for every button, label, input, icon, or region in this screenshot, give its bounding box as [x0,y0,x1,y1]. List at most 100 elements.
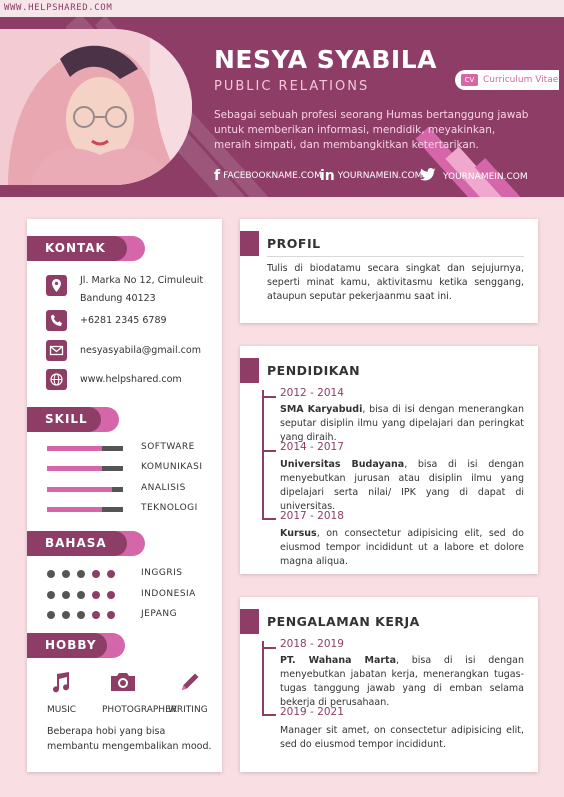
skill-title: SKILL [45,412,88,426]
level-dot [62,570,70,578]
cv-label: Curriculum Vitae [483,75,559,85]
level-dot [47,591,55,599]
level-dot [62,611,70,619]
cv-tag: CV [461,74,478,86]
hobby-music-label: MUSIC [47,705,77,715]
music-note-icon [49,671,71,697]
section-header-kontak: KONTAK [27,236,145,261]
card-pendidikan: PENDIDIKAN 2012 - 2014 SMA Karyabudi, bi… [240,346,538,574]
sidebar-panel: KONTAK Jl. Marka No 12, Cimuleuit Bandun… [27,219,222,772]
work-year-2: 2019 - 2021 [280,706,344,718]
timeline-tick [262,450,276,452]
work-year-1: 2018 - 2019 [280,638,344,650]
work-entry-2: Manager sit amet, on consectetur adipisi… [280,725,524,750]
level-dot [47,570,55,578]
hobby-title: HOBBY [45,638,97,652]
timeline-tick [262,714,276,716]
language-level-dots [47,591,115,599]
social-twitter[interactable]: YOURNAMEIN.COM [420,168,528,185]
profil-title: PROFIL [267,236,321,251]
level-dot [77,611,85,619]
divider [267,256,524,257]
social-linkedin-text: YOURNAMEIN.COM [337,171,423,181]
edu-org-3: Kursus [280,528,317,539]
section-header-skill: SKILL [27,407,145,432]
level-dot [107,611,115,619]
edu-entry-2: Universitas Budayana, bisa di isi dengan… [280,458,524,514]
hobby-description: Beberapa hobi yang bisa membantu mengemb… [47,726,212,752]
skill-label: ANALISIS [141,483,186,493]
contact-address: Jl. Marka No 12, Cimuleuit Bandung 40123 [80,273,203,307]
cv-badge: CV Curriculum Vitae [455,70,559,90]
level-dot [92,591,100,599]
section-header-hobby: HOBBY [27,633,145,658]
edu-year-3: 2017 - 2018 [280,510,344,522]
social-links: f FACEBOOKNAME.COM in YOURNAMEIN.COM YOU… [214,168,544,184]
edu-year-1: 2012 - 2014 [280,387,344,399]
skill-bar [47,507,123,512]
kontak-title: KONTAK [45,241,106,255]
bahasa-title: BAHASA [45,536,107,550]
skill-label: SOFTWARE [141,442,195,452]
social-linkedin[interactable]: in YOURNAMEIN.COM [320,168,422,184]
section-marker [240,231,259,256]
edu-org-2: Universitas Budayana [280,459,405,470]
skill-bar-fill [47,446,102,451]
linkedin-icon: in [320,168,335,184]
level-dot [107,570,115,578]
phone-icon [46,310,67,331]
skill-bar-fill [47,507,102,512]
edu-entry-1: SMA Karyabudi, bisa di isi dengan menera… [280,403,524,445]
edu-year-2: 2014 - 2017 [280,441,344,453]
hobby-writing-label: WRITING [168,705,208,715]
skill-bar [47,466,123,471]
level-dot [77,570,85,578]
header-banner: NESYA SYABILA PUBLIC RELATIONS CV Curric… [0,17,564,197]
skill-bar [47,446,123,451]
timeline-tick [262,647,276,649]
level-dot [62,591,70,599]
level-dot [92,570,100,578]
level-dot [47,611,55,619]
level-dot [107,591,115,599]
edu-text-3: , on consectetur adipisicing elit, sed d… [280,528,524,567]
globe-icon [46,369,67,390]
timeline-line [262,641,264,715]
intro-text: Sebagai sebuah profesi seorang Humas ber… [214,109,529,151]
card-profil: PROFIL Tulis di biodatamu secara singkat… [240,219,538,323]
edu-org-1: SMA Karyabudi [280,404,363,415]
card-pengalaman: PENGALAMAN KERJA 2018 - 2019 PT. Wahana … [240,597,538,772]
social-twitter-text: YOURNAMEIN.COM [443,171,528,182]
facebook-icon: f [214,168,221,184]
address-line-2: Bandung 40123 [80,293,156,304]
section-header-bahasa: BAHASA [27,531,145,556]
section-marker [240,609,259,634]
skill-label: TEKNOLOGI [141,503,198,513]
site-url: WWW.HELPSHARED.COM [4,3,113,13]
language-level-dots [47,611,115,619]
person-role: PUBLIC RELATIONS [214,79,370,94]
location-icon [46,275,67,296]
person-name: NESYA SYABILA [214,45,437,74]
skill-bar-fill [47,466,102,471]
section-marker [240,358,259,383]
profil-text: Tulis di biodatamu secara singkat dan se… [267,263,524,302]
pencil-icon [179,671,201,697]
work-entry-1: PT. Wahana Marta, bisa di isi dengan men… [280,654,524,710]
language-label: JEPANG [141,609,178,619]
language-level-dots [47,570,115,578]
language-label: INGGRIS [141,568,183,578]
hobby-photographer-label: PHOTOGRAPHER [102,705,178,715]
contact-phone: +6281 2345 6789 [80,315,167,326]
edu-entry-3: Kursus, on consectetur adipisicing elit,… [280,527,524,569]
skill-label: KOMUNIKASI [141,462,203,472]
contact-email[interactable]: nesyasyabila@gmail.com [80,343,201,359]
twitter-icon [420,168,436,185]
timeline-tick [262,396,276,398]
site-bar: WWW.HELPSHARED.COM [0,0,564,17]
contact-website[interactable]: www.helpshared.com [80,372,182,388]
timeline-tick [262,518,276,520]
work-org-1: PT. Wahana Marta [280,655,397,666]
social-facebook[interactable]: f FACEBOOKNAME.COM [214,168,322,184]
email-icon [46,340,67,361]
